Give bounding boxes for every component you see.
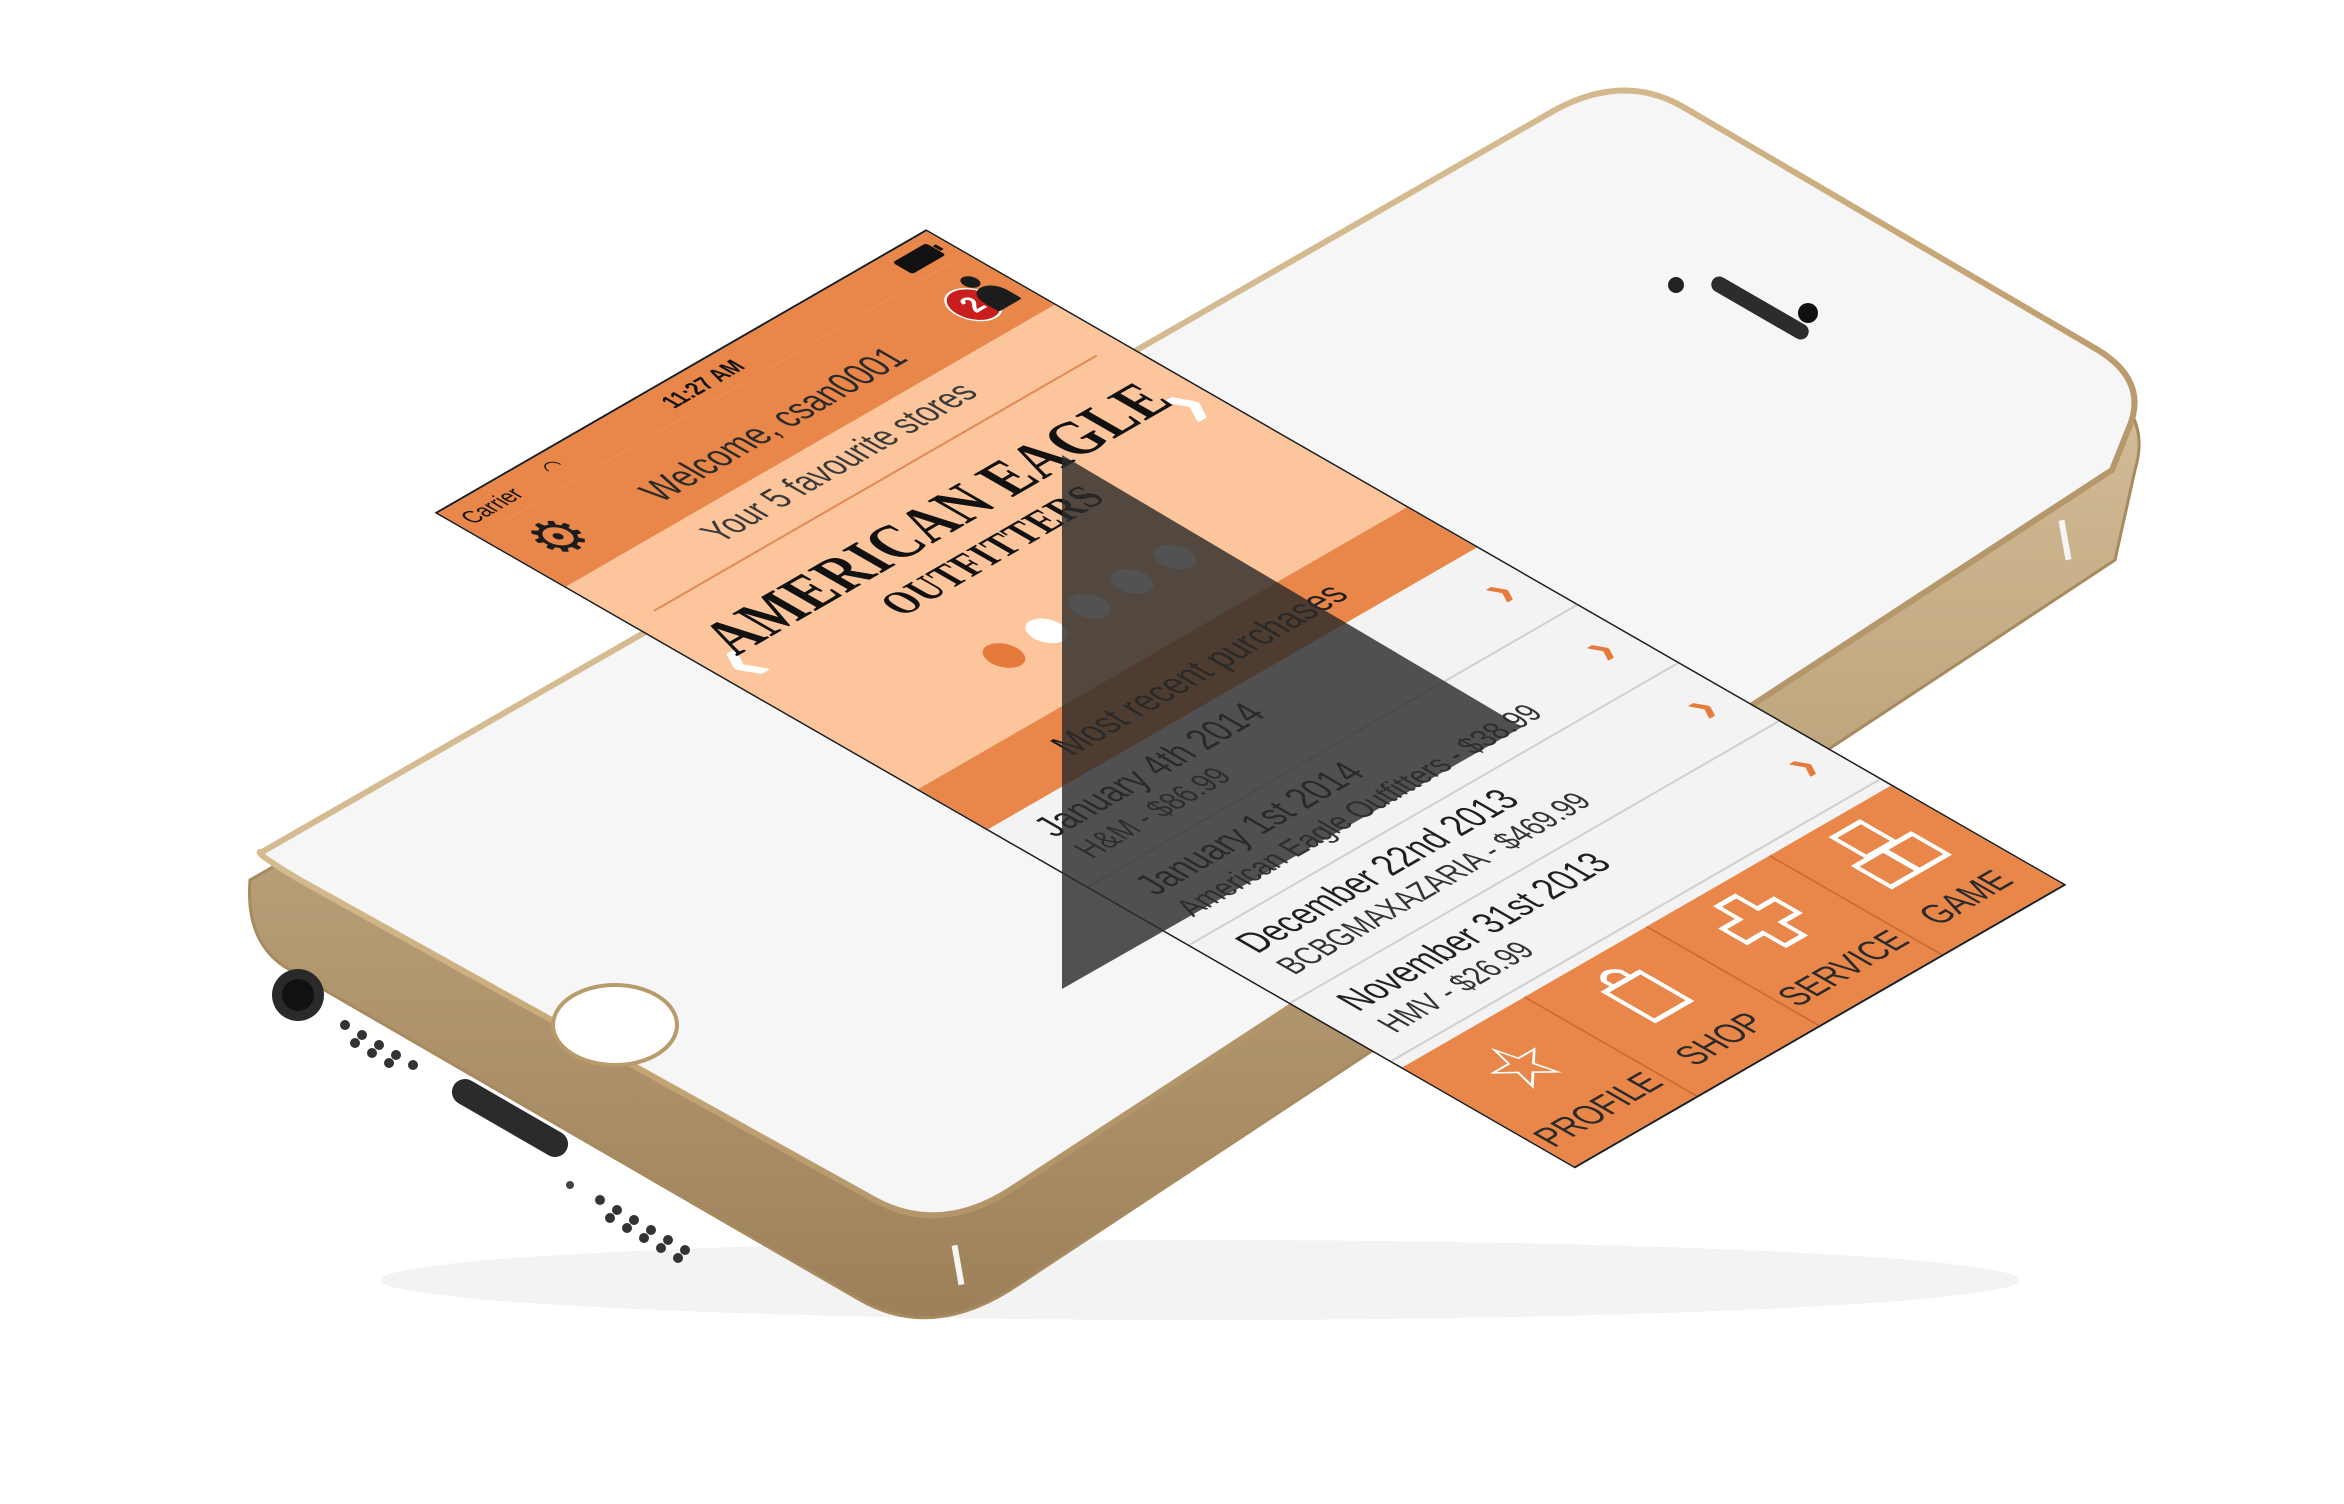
chevron-right-icon: ›: [1660, 684, 1739, 729]
chevron-right-icon: ›: [1761, 742, 1840, 787]
page-dot[interactable]: [973, 638, 1034, 673]
page-dot[interactable]: [1059, 588, 1120, 624]
page-dot[interactable]: [1016, 613, 1077, 649]
phone-mockup: Carrier ◠ 11:27 AM ⚙ Welcome, csan0001 2…: [0, 0, 2344, 1504]
page-dot[interactable]: [1102, 564, 1163, 599]
page-dot[interactable]: [1144, 539, 1205, 575]
chevron-right-icon: ›: [1559, 626, 1638, 671]
chevron-right-icon: ›: [1458, 568, 1536, 613]
